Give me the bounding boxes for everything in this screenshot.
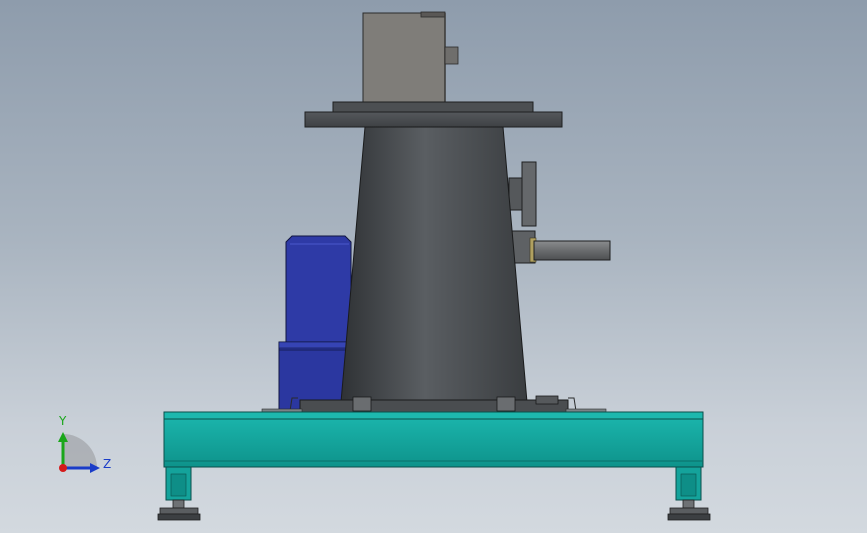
side-shaft[interactable]	[509, 230, 611, 264]
gearbox-shaft-stub[interactable]	[444, 46, 459, 65]
gearbox[interactable]	[362, 11, 446, 104]
electric-motor[interactable]	[278, 235, 352, 413]
triad-y-label: Y	[59, 414, 67, 428]
mounting-flange[interactable]	[304, 101, 563, 128]
triad-z-label: Z	[103, 457, 112, 471]
handwheel[interactable]	[508, 161, 537, 227]
cad-viewport[interactable]: Y Z	[0, 0, 867, 533]
base-frame[interactable]	[163, 411, 704, 468]
conical-housing[interactable]	[340, 126, 528, 403]
machine-model[interactable]	[0, 0, 867, 533]
leveling-feet[interactable]	[157, 466, 711, 521]
